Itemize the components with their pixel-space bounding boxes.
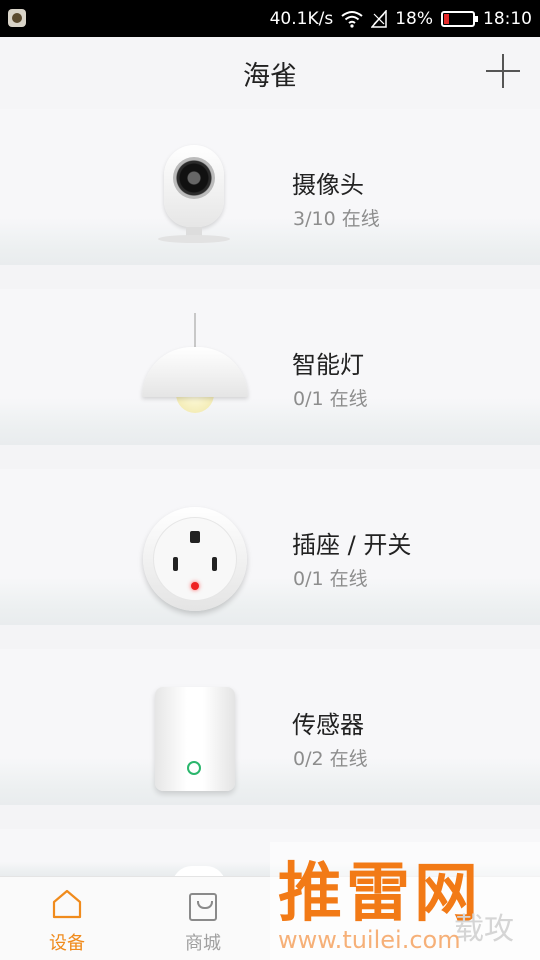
sensor-icon xyxy=(155,687,235,791)
device-name: 摄像头 xyxy=(292,171,364,199)
device-card-camera[interactable]: 摄像头 3/10 在线 xyxy=(0,109,540,265)
socket-icon xyxy=(143,507,247,611)
device-name: 传感器 xyxy=(292,711,364,739)
watermark: 推雷网 载攻 www.tuilei.com xyxy=(270,842,540,960)
tab-label: 设备 xyxy=(49,933,85,954)
device-name: 智能灯 xyxy=(292,351,364,379)
app-notification-icon xyxy=(8,9,26,27)
lamp-icon xyxy=(142,313,248,419)
device-card-lamp[interactable]: 智能灯 0/1 在线 xyxy=(0,289,540,445)
device-name: 插座 / 开关 xyxy=(292,531,412,559)
battery-icon xyxy=(441,10,478,27)
clock: 18:10 xyxy=(483,8,532,29)
device-card-sensor[interactable]: 传感器 0/2 在线 xyxy=(0,649,540,805)
status-bar: 40.1K/s 18% 18:10 xyxy=(0,0,540,37)
tab-label: 商城 xyxy=(185,933,221,954)
camera-icon xyxy=(158,145,230,245)
device-online-status: 0/1 在线 xyxy=(293,388,368,410)
header: 海雀 xyxy=(0,37,540,109)
add-device-button[interactable] xyxy=(486,54,520,88)
tab-devices[interactable]: 设备 xyxy=(17,887,117,957)
device-online-status: 3/10 在线 xyxy=(293,208,380,230)
watermark-side-text: 载攻 xyxy=(454,912,514,947)
shopping-bag-icon xyxy=(189,893,217,921)
device-online-status: 0/2 在线 xyxy=(293,748,368,770)
signal-icon xyxy=(371,9,387,28)
wifi-icon xyxy=(341,10,363,28)
device-online-status: 0/1 在线 xyxy=(293,568,368,590)
device-card-socket[interactable]: 插座 / 开关 0/1 在线 xyxy=(0,469,540,625)
home-icon xyxy=(52,889,82,919)
page-title: 海雀 xyxy=(243,61,297,92)
watermark-url: www.tuilei.com xyxy=(278,926,461,954)
tab-mall[interactable]: 商城 xyxy=(153,887,253,957)
battery-level xyxy=(444,13,450,24)
battery-percentage: 18% xyxy=(395,8,433,29)
network-speed: 40.1K/s xyxy=(269,8,334,29)
watermark-logo-text: 推雷网 xyxy=(278,857,482,931)
